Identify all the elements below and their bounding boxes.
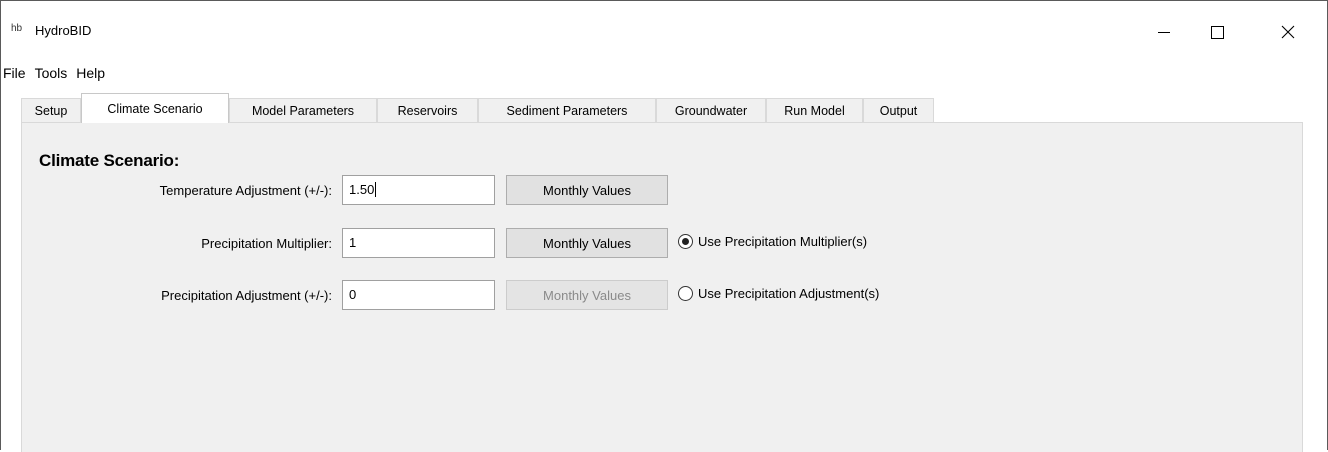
tab-reservoirs[interactable]: Reservoirs [377, 98, 478, 122]
tab-strip: Setup Climate Scenario Model Parameters … [1, 93, 1327, 123]
tab-climate-scenario[interactable]: Climate Scenario [81, 93, 229, 123]
radio-unselected-icon [678, 286, 693, 301]
tab-groundwater[interactable]: Groundwater [656, 98, 766, 122]
section-title: Climate Scenario: [39, 151, 180, 170]
climate-scenario-panel: Climate Scenario: Temperature Adjustment… [21, 122, 1303, 452]
tab-sediment-parameters[interactable]: Sediment Parameters [478, 98, 656, 122]
tab-setup[interactable]: Setup [21, 98, 81, 122]
title-bar: hb HydroBID [1, 1, 1327, 61]
menu-bar: File Tools Help [1, 61, 1327, 85]
maximize-button[interactable] [1194, 17, 1240, 47]
precip-adjustment-monthly-values-button: Monthly Values [506, 280, 668, 310]
tab-output[interactable]: Output [863, 98, 934, 122]
menu-tools[interactable]: Tools [31, 65, 73, 81]
temperature-input[interactable]: 1.50 [342, 175, 495, 205]
temperature-label: Temperature Adjustment (+/-): [159, 183, 332, 198]
minimize-icon [1158, 31, 1170, 33]
use-precip-multiplier-radio[interactable]: Use Precipitation Multiplier(s) [678, 234, 867, 249]
precip-adjustment-label: Precipitation Adjustment (+/-): [161, 288, 332, 303]
menu-help[interactable]: Help [72, 65, 110, 81]
app-icon: hb [11, 23, 23, 34]
temperature-monthly-values-button[interactable]: Monthly Values [506, 175, 668, 205]
use-precip-adjustment-radio[interactable]: Use Precipitation Adjustment(s) [678, 286, 879, 301]
precip-multiplier-row: Precipitation Multiplier: 1 Monthly Valu… [22, 228, 1302, 260]
window-title: HydroBID [35, 23, 92, 38]
precip-multiplier-monthly-values-button[interactable]: Monthly Values [506, 228, 668, 258]
close-icon [1281, 25, 1295, 39]
radio-selected-icon [678, 234, 693, 249]
use-precip-adjustment-label: Use Precipitation Adjustment(s) [698, 286, 880, 301]
precip-adjustment-input[interactable]: 0 [342, 280, 495, 310]
tab-run-model[interactable]: Run Model [766, 98, 863, 122]
temperature-row: Temperature Adjustment (+/-): 1.50 Month… [22, 175, 1302, 207]
menu-file[interactable]: File [1, 65, 31, 81]
precip-multiplier-label: Precipitation Multiplier: [201, 236, 332, 251]
app-window: hb HydroBID File Tools Help Setup Climat… [0, 0, 1328, 452]
use-precip-multiplier-label: Use Precipitation Multiplier(s) [698, 234, 868, 249]
close-button[interactable] [1265, 17, 1311, 47]
maximize-icon [1210, 25, 1224, 39]
precip-multiplier-input[interactable]: 1 [342, 228, 495, 258]
precip-adjustment-row: Precipitation Adjustment (+/-): 0 Monthl… [22, 280, 1302, 312]
tab-model-parameters[interactable]: Model Parameters [229, 98, 377, 122]
minimize-button[interactable] [1141, 17, 1187, 47]
